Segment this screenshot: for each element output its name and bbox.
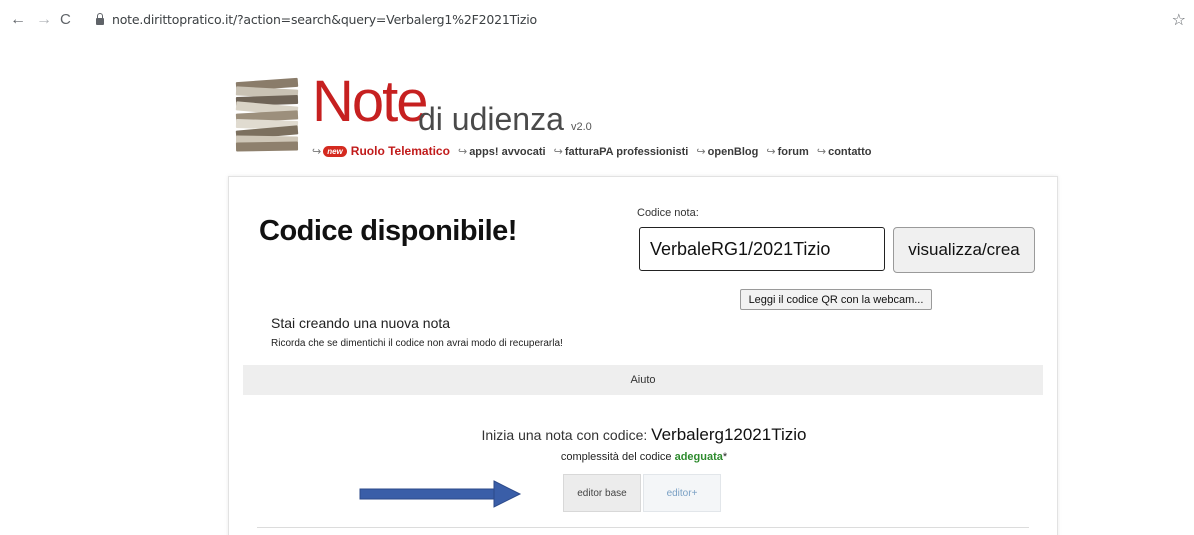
creating-note-text: Stai creando una nuova nota: [271, 315, 451, 331]
logo-subtitle: di udienza: [418, 101, 564, 137]
lock-icon[interactable]: [96, 13, 104, 25]
link-arrow-icon: ↪: [457, 146, 468, 158]
start-note-line: Inizia una nota con codice: Verbalerg120…: [229, 425, 1059, 445]
nav-link-openblog[interactable]: openBlog: [708, 146, 759, 158]
logo-title[interactable]: Note: [312, 70, 429, 134]
link-arrow-icon: ↪: [312, 146, 322, 158]
help-toggle[interactable]: Aiuto: [243, 365, 1043, 395]
top-nav: ↪ new Ruolo Telematico ↪ apps! avvocati ↪ fa…: [312, 144, 876, 158]
nav-link-fatturapa[interactable]: fatturaPA professionisti: [565, 146, 688, 158]
back-arrow-icon[interactable]: ←: [10, 12, 26, 28]
code-complexity-line: complessità del codice adeguata*: [229, 451, 1059, 463]
nav-link-ruolo-telematico[interactable]: Ruolo Telematico: [351, 144, 450, 158]
link-arrow-icon: ↪: [696, 146, 706, 158]
main-card: Codice disponibile! Codice nota: visuali…: [228, 176, 1058, 535]
page-title: Codice disponibile!: [259, 215, 517, 247]
new-badge: new: [323, 146, 347, 157]
editor-plus-button[interactable]: editor+: [643, 474, 721, 512]
nav-link-apps-avvocati[interactable]: apps! avvocati: [469, 146, 545, 158]
bookmark-star-icon[interactable]: ☆: [1172, 10, 1186, 30]
address-bar-url[interactable]: note.dirittopratico.it/?action=search&qu…: [112, 12, 537, 27]
editor-base-button[interactable]: editor base: [563, 474, 641, 512]
browser-toolbar: ← → C note.dirittopratico.it/?action=sea…: [0, 0, 1194, 40]
link-arrow-icon: ↪: [766, 146, 776, 158]
remember-warning-text: Ricorda che se dimentichi il codice non …: [271, 338, 563, 349]
complexity-value: adeguata: [674, 451, 723, 463]
annotation-arrow-icon: [359, 480, 522, 508]
newspaper-stack-logo-icon[interactable]: [235, 77, 299, 152]
forward-arrow-icon[interactable]: →: [36, 12, 52, 28]
qr-webcam-button[interactable]: Leggi il codice QR con la webcam...: [740, 289, 932, 310]
complexity-asterisk: *: [722, 451, 728, 463]
nav-link-contatto[interactable]: contatto: [828, 146, 871, 158]
link-arrow-icon: ↪: [553, 146, 563, 158]
version-label: v2.0: [571, 121, 592, 133]
start-note-code: Verbalerg12021Tizio: [651, 425, 807, 444]
complexity-prefix: complessità del codice: [560, 451, 672, 463]
code-input[interactable]: [639, 227, 885, 271]
view-create-button[interactable]: visualizza/crea: [893, 227, 1035, 273]
reload-icon[interactable]: C: [60, 12, 71, 28]
link-arrow-icon: ↪: [816, 146, 827, 158]
start-note-prefix: Inizia una nota con codice:: [481, 427, 648, 443]
nav-link-forum[interactable]: forum: [778, 146, 809, 158]
code-field-label: Codice nota:: [637, 207, 699, 219]
divider: [257, 527, 1029, 528]
